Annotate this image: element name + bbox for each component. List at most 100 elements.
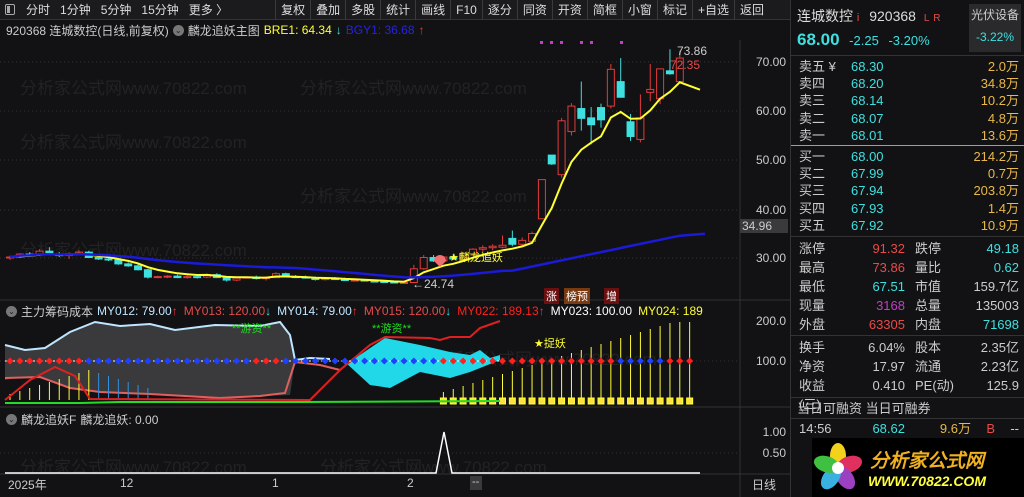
- diamond-marker: [676, 357, 684, 365]
- ma-current-label: 34.96: [740, 219, 788, 233]
- chip-label: ★捉妖: [534, 338, 566, 350]
- signal-block: [548, 397, 556, 405]
- stat-value: 91.32: [872, 241, 905, 256]
- info-badge[interactable]: i: [857, 12, 859, 24]
- indicator2-name[interactable]: 麟龙追妖F: [21, 411, 76, 428]
- chip-label: **游资**: [372, 323, 412, 335]
- indicator1-axis-label: 200.0: [755, 314, 786, 328]
- signal-block: [558, 397, 566, 405]
- candle-body: [547, 154, 556, 165]
- r-badge[interactable]: R: [933, 13, 940, 24]
- order-price: 67.93: [851, 200, 884, 216]
- flower-logo-icon: [813, 442, 863, 489]
- order-price: 68.00: [851, 149, 884, 164]
- indicator2-axis-label: 0.50: [762, 446, 786, 460]
- l-badge[interactable]: L: [924, 13, 930, 24]
- order-vol: 214.2万: [973, 149, 1019, 164]
- stat-value: 0.62: [993, 260, 1019, 275]
- candle-body: [508, 237, 517, 245]
- stat-value: 159.7亿: [973, 279, 1019, 294]
- stat-value: 125.9: [986, 378, 1019, 393]
- period-label[interactable]: 日线: [750, 476, 778, 493]
- indicator-menu-icon[interactable]: ⌄: [6, 413, 17, 425]
- candle-body: [557, 120, 566, 176]
- diamond-marker: [627, 357, 635, 365]
- arrow-up-icon: ↑: [171, 304, 178, 318]
- indicator-menu-icon[interactable]: ⌄: [6, 305, 17, 317]
- trade-extra: --: [1010, 421, 1019, 436]
- stat-value: 2.35亿: [980, 340, 1019, 355]
- diamond-marker: [587, 357, 595, 365]
- candle-body: [183, 276, 192, 279]
- candle-body: [577, 108, 586, 119]
- diamond-marker: [597, 357, 605, 365]
- diamond-marker: [548, 357, 556, 365]
- indicator1-name[interactable]: 主力筹码成本: [21, 303, 93, 320]
- diamond-marker: [607, 357, 615, 365]
- signal-block: [587, 397, 595, 405]
- stat-row: 净资 17.97 流通 2.23亿: [791, 357, 1024, 376]
- price-axis-label: 30.00: [755, 251, 786, 265]
- order-label: 买五: [799, 217, 826, 233]
- trade-time: 14:56: [799, 421, 832, 436]
- ma-slow-line: [9, 232, 706, 279]
- order-price: 67.99: [851, 166, 884, 182]
- signal-block: [666, 397, 674, 405]
- stock-code: 920368: [869, 8, 916, 24]
- stat-value: 17.97: [872, 359, 905, 374]
- signal-block: [676, 397, 684, 405]
- diamond-marker: [686, 357, 694, 365]
- diamond-marker: [646, 357, 654, 365]
- order-price: 67.94: [851, 183, 884, 199]
- diamond-marker: [617, 357, 625, 365]
- stat-label: 换手: [799, 340, 826, 355]
- order-book-row: 卖三 68.14 10.2万: [791, 92, 1024, 109]
- quote-panel: 连城数控 i 920368 L R 68.00 -2.25 -3.20% 光伏设…: [790, 0, 1024, 497]
- stat-value: 3168: [876, 298, 905, 313]
- signal-block: [567, 397, 575, 405]
- stat-row: 换手 6.04% 股本 2.35亿: [791, 338, 1024, 357]
- time-axis-label: 2: [407, 476, 414, 490]
- stat-label: 收益(三): [799, 378, 826, 412]
- stat-label: 内盘: [915, 317, 942, 332]
- stat-value: 2.23亿: [980, 359, 1019, 374]
- order-price: 68.14: [851, 93, 884, 109]
- order-label: 卖二: [799, 110, 826, 126]
- order-book-row: 买四 67.93 1.4万: [791, 200, 1024, 217]
- arrow-up-icon: ↑: [538, 304, 545, 318]
- price-axis-label: 70.00: [755, 55, 786, 69]
- stat-value: 73.86: [872, 260, 905, 275]
- candle-body: [153, 276, 162, 279]
- trade-row: 14:56 68.62 9.6万 B --: [791, 419, 1024, 438]
- stat-label: 市值: [915, 279, 942, 294]
- order-book-row: 卖五 ¥ 68.30 2.0万: [791, 58, 1024, 75]
- order-price: 68.07: [851, 110, 884, 126]
- stat-label: 跌停: [915, 241, 942, 256]
- order-book-row: 买二 67.99 0.7万: [791, 165, 1024, 182]
- stat-value: 135003: [975, 298, 1019, 313]
- signal-block: [508, 397, 516, 405]
- order-price: 68.20: [851, 76, 884, 92]
- candle-body: [488, 245, 497, 249]
- candlesticks: [6, 49, 684, 284]
- time-axis-label: 12: [120, 476, 134, 490]
- signal-block: [499, 397, 506, 405]
- stat-row: 现量 3168 总量 135003: [791, 296, 1024, 315]
- indicator1-value: MY023: 100.00: [550, 304, 633, 318]
- trade-volume: 9.6万: [939, 421, 971, 436]
- indicator1-value: MY013: 120.00: [183, 304, 266, 318]
- scroll-button[interactable]: --: [470, 476, 482, 490]
- order-book-row: 买一 68.00 214.2万: [791, 148, 1024, 165]
- candle-body: [173, 275, 182, 279]
- margin-header[interactable]: 当日可融资 当日可融券: [791, 398, 1024, 419]
- order-label: 买四: [799, 200, 826, 216]
- signal-block: [686, 397, 694, 405]
- signal-block: [577, 397, 585, 405]
- stat-label: 涨停: [799, 241, 826, 256]
- sector-box[interactable]: 光伏设备 -3.22%: [969, 4, 1021, 52]
- order-label: 卖三: [799, 93, 826, 109]
- candle-body: [94, 257, 103, 260]
- indicator1-axis-label: 100.0: [755, 354, 786, 368]
- diamond-marker: [577, 357, 585, 365]
- order-label: 卖一: [799, 127, 826, 143]
